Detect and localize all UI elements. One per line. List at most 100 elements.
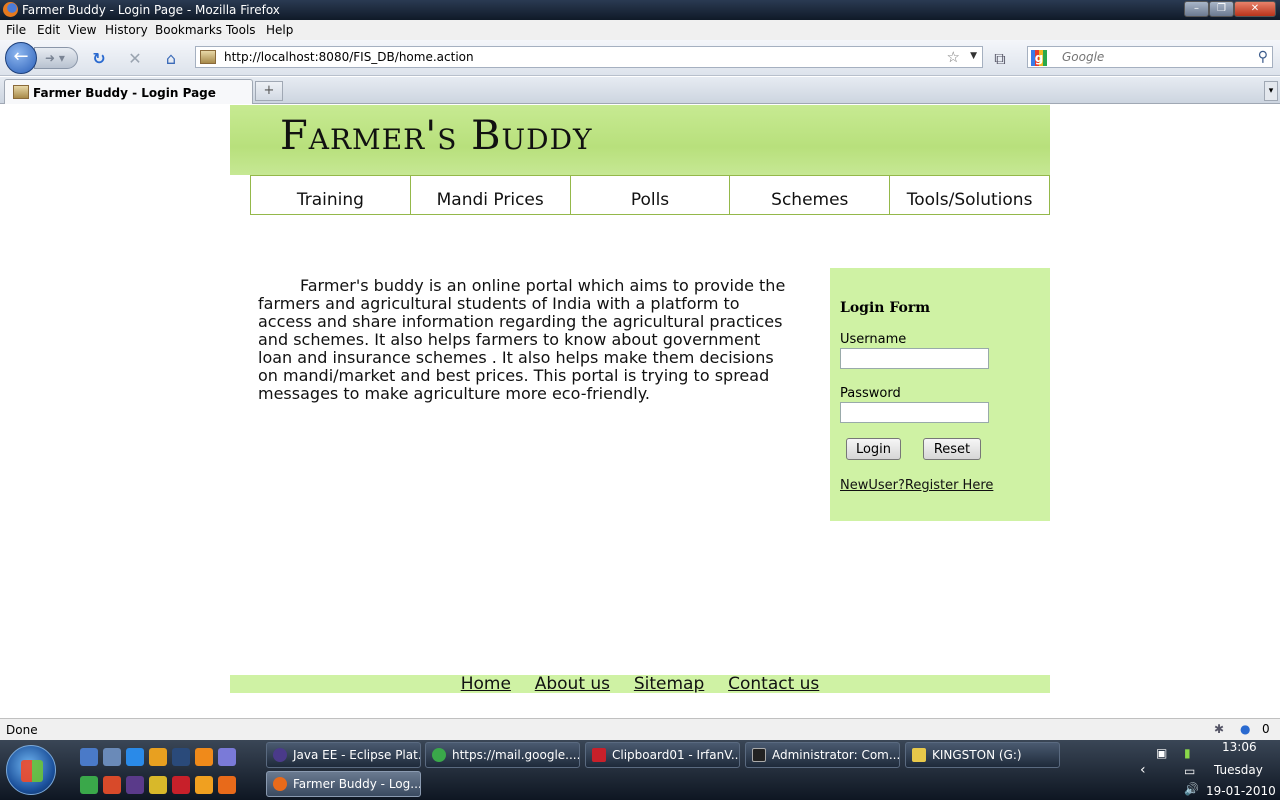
menu-file[interactable]: File (6, 23, 26, 37)
home-icon[interactable]: ⌂ (161, 49, 181, 69)
notification-icon[interactable]: ● (1240, 722, 1250, 736)
window-title: Farmer Buddy - Login Page - Mozilla Fire… (22, 3, 280, 17)
quicklaunch-app-icon[interactable] (172, 748, 190, 766)
show-desktop-icon[interactable] (80, 748, 98, 766)
username-field[interactable] (840, 348, 989, 369)
footer-sitemap-link[interactable]: Sitemap (634, 674, 704, 694)
task-label: Clipboard01 - IrfanV... (612, 748, 740, 762)
register-link[interactable]: NewUser?Register Here (840, 478, 993, 493)
window-title-bar: Farmer Buddy - Login Page - Mozilla Fire… (0, 0, 1280, 20)
tab-strip: Farmer Buddy - Login Page + ▾ (0, 77, 1280, 104)
footer-home-link[interactable]: Home (461, 674, 511, 694)
nav-polls[interactable]: Polls (571, 176, 731, 214)
nav-training[interactable]: Training (251, 176, 411, 214)
notification-count: 0 (1262, 722, 1270, 736)
task-command-prompt[interactable]: Administrator: Com... (745, 742, 900, 768)
url-dropdown-icon[interactable]: ▼ (970, 51, 977, 61)
tab-favicon-icon (13, 85, 29, 99)
usb-safe-remove-icon[interactable]: ▮ (1184, 746, 1191, 760)
menu-help[interactable]: Help (266, 23, 293, 37)
task-irfanview[interactable]: Clipboard01 - IrfanV... (585, 742, 740, 768)
windows-taskbar: Java EE - Eclipse Plat... https://mail.g… (0, 740, 1280, 800)
page-content: Farmer's Buddy Training Mandi Prices Pol… (0, 105, 1280, 717)
quicklaunch-app2-icon[interactable] (218, 748, 236, 766)
task-label: KINGSTON (G:) (932, 748, 1022, 762)
password-label: Password (840, 386, 901, 401)
site-nav: Training Mandi Prices Polls Schemes Tool… (250, 175, 1050, 215)
menu-view[interactable]: View (68, 23, 96, 37)
status-text: Done (6, 723, 38, 737)
search-bar[interactable]: g ⚲ (1027, 46, 1273, 68)
menu-history[interactable]: History (105, 23, 148, 37)
forward-button[interactable]: ➜ ▾ (34, 47, 78, 69)
tab-list-icon[interactable]: ▾ (1264, 81, 1278, 101)
quicklaunch-app4-icon[interactable] (126, 776, 144, 794)
search-input[interactable] (1062, 49, 1248, 65)
firefox-quicklaunch-icon[interactable] (218, 776, 236, 794)
login-button[interactable]: Login (846, 438, 901, 460)
site-logo: Farmer's Buddy (280, 113, 593, 159)
back-button[interactable]: ← (5, 42, 37, 74)
cmd-icon (752, 748, 766, 762)
search-icon[interactable]: ⚲ (1258, 49, 1268, 65)
bookmark-star-icon[interactable]: ☆ (947, 48, 960, 66)
clock-time[interactable]: 13:06 (1222, 740, 1257, 754)
firefox-task-icon (273, 777, 287, 791)
menu-edit[interactable]: Edit (37, 23, 60, 37)
minimize-button[interactable]: – (1184, 1, 1209, 17)
footer-about-link[interactable]: About us (535, 674, 610, 694)
task-label: Administrator: Com... (772, 748, 900, 762)
task-label: https://mail.google.... (452, 748, 580, 762)
password-field[interactable] (840, 402, 989, 423)
show-hidden-icons-icon[interactable]: ‹ (1140, 762, 1146, 778)
menu-bookmarks[interactable]: Bookmarks (155, 23, 222, 37)
footer-contact-link[interactable]: Contact us (728, 674, 819, 694)
quicklaunch-app6-icon[interactable] (195, 776, 213, 794)
maximize-button[interactable]: ❐ (1209, 1, 1234, 17)
explorer-icon[interactable] (103, 748, 121, 766)
display-icon[interactable]: ▭ (1184, 764, 1195, 778)
tab-label: Farmer Buddy - Login Page (33, 86, 216, 100)
reset-button[interactable]: Reset (923, 438, 981, 460)
new-tab-button[interactable]: + (255, 81, 283, 101)
start-button[interactable] (6, 745, 56, 795)
folder-icon (912, 748, 926, 762)
task-kingston-drive[interactable]: KINGSTON (G:) (905, 742, 1060, 768)
chrome-icon[interactable] (80, 776, 98, 794)
internet-explorer-icon[interactable] (126, 748, 144, 766)
stop-icon[interactable]: ✕ (125, 49, 145, 69)
username-label: Username (840, 332, 907, 347)
task-gmail[interactable]: https://mail.google.... (425, 742, 580, 768)
url-input[interactable] (224, 49, 924, 65)
nav-tools-solutions[interactable]: Tools/Solutions (890, 176, 1049, 214)
reload-icon[interactable]: ↻ (89, 49, 109, 69)
vlc-icon[interactable] (195, 748, 213, 766)
task-firefox[interactable]: Farmer Buddy - Log... (266, 771, 421, 797)
close-button[interactable]: ✕ (1234, 1, 1276, 17)
menu-tools[interactable]: Tools (226, 23, 256, 37)
nav-schemes[interactable]: Schemes (730, 176, 891, 214)
firefox-icon (3, 2, 18, 17)
irfanview-task-icon (592, 748, 606, 762)
tab-groups-icon[interactable]: ⧉ (990, 49, 1010, 69)
google-engine-icon[interactable]: g (1031, 50, 1047, 66)
tab-farmer-buddy[interactable]: Farmer Buddy - Login Page (4, 79, 253, 104)
network-icon[interactable]: ▣ (1156, 746, 1167, 760)
status-bar: Done ✱ ● 0 (0, 718, 1280, 740)
irfanview-icon[interactable] (172, 776, 190, 794)
media-player-icon[interactable] (149, 748, 167, 766)
address-bar[interactable]: ☆ ▼ (195, 46, 983, 68)
volume-icon[interactable]: 🔊 (1184, 782, 1199, 796)
nav-mandi-prices[interactable]: Mandi Prices (411, 176, 571, 214)
quicklaunch-app3-icon[interactable] (103, 776, 121, 794)
windows-logo-icon (21, 760, 43, 782)
site-favicon-icon (200, 50, 216, 64)
quicklaunch-app5-icon[interactable] (149, 776, 167, 794)
intro-text: Farmer's buddy is an online portal which… (258, 276, 786, 403)
clock-date[interactable]: 19-01-2010 (1206, 784, 1276, 798)
clock-day[interactable]: Tuesday (1214, 763, 1263, 777)
menu-bar: File Edit View History Bookmarks Tools H… (0, 20, 1280, 40)
addon-bug-icon[interactable]: ✱ (1214, 722, 1224, 736)
chrome-task-icon (432, 748, 446, 762)
task-eclipse[interactable]: Java EE - Eclipse Plat... (266, 742, 421, 768)
